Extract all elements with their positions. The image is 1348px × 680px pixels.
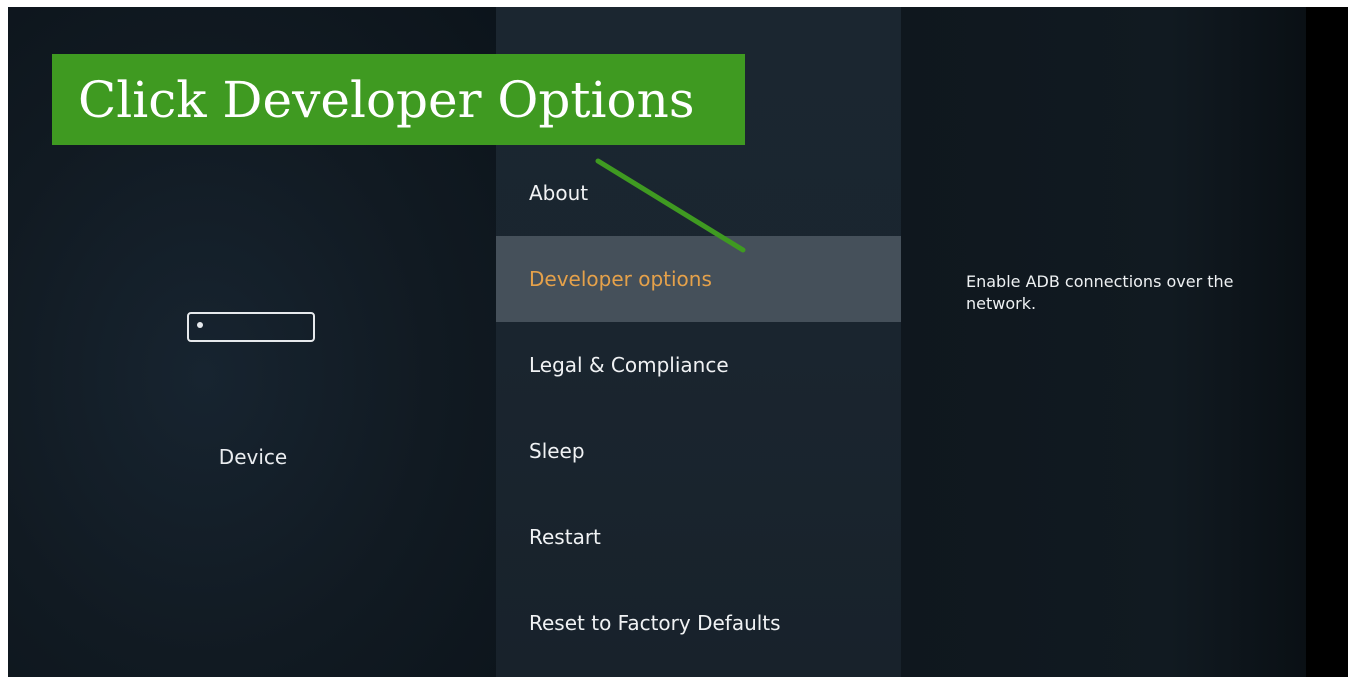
menu-item-restart[interactable]: Restart: [496, 494, 901, 580]
settings-menu: About Developer options Legal & Complian…: [496, 150, 901, 666]
menu-item-reset-factory-defaults[interactable]: Reset to Factory Defaults: [496, 580, 901, 666]
menu-item-sleep[interactable]: Sleep: [496, 408, 901, 494]
screen-edge: [1306, 7, 1348, 677]
option-description: Enable ADB connections over the network.: [966, 272, 1234, 313]
description-panel: Enable ADB connections over the network.: [901, 7, 1348, 677]
menu-item-developer-options[interactable]: Developer options: [496, 236, 901, 322]
instruction-banner: Click Developer Options: [52, 54, 745, 145]
menu-item-about[interactable]: About: [496, 150, 901, 236]
menu-item-legal-compliance[interactable]: Legal & Compliance: [496, 322, 901, 408]
device-power-light-icon: [197, 322, 203, 328]
category-title: Device: [218, 445, 288, 469]
device-box-icon: [187, 312, 315, 342]
fire-tv-settings-screen: Device About Developer options Legal & C…: [8, 7, 1348, 677]
